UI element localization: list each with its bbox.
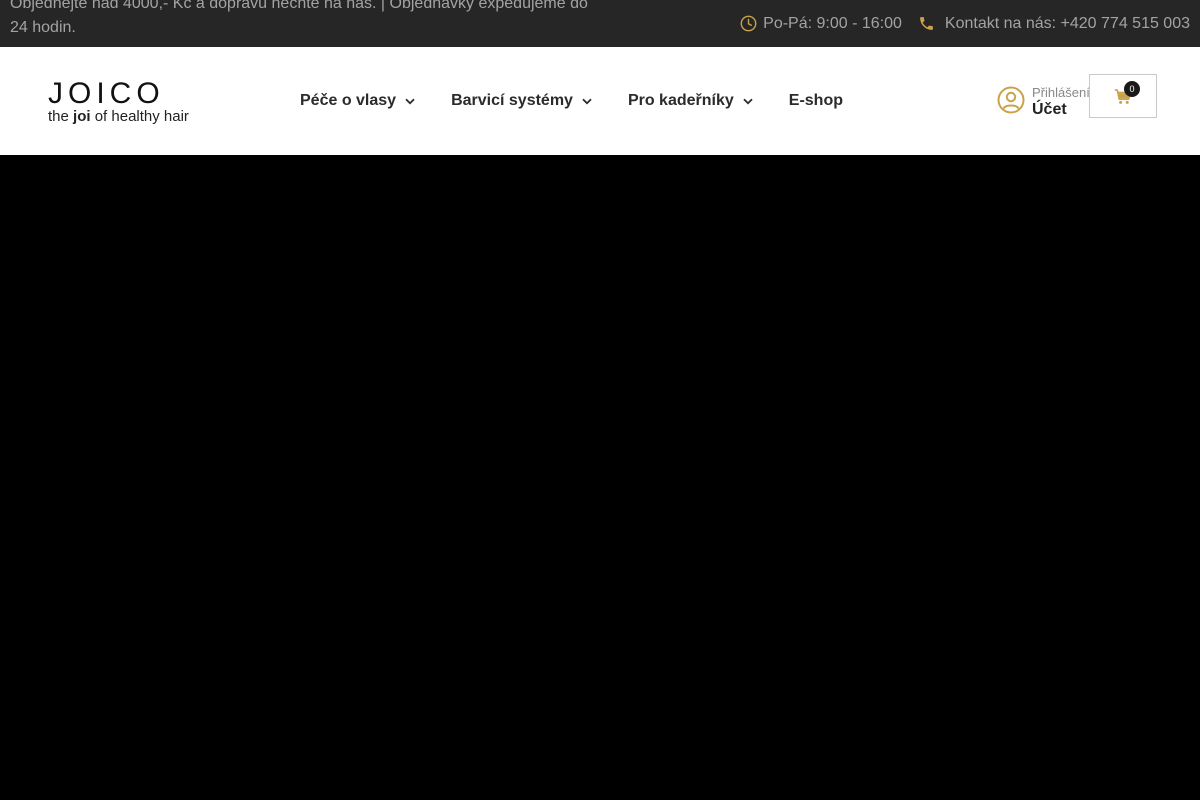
logo-tagline: the joi of healthy hair — [48, 109, 198, 125]
contact-link[interactable]: Kontakt na nás: +420 774 515 003 — [918, 15, 1190, 33]
nav-item-label: E-shop — [788, 92, 843, 109]
hero-area — [0, 155, 1200, 800]
joico-logo[interactable]: JOICO the joi of healthy hair — [48, 77, 198, 125]
chevron-down-icon — [743, 98, 753, 105]
top-announcement-bar: Objednejte nad 4000,- Kč a dopravu necht… — [0, 0, 1200, 47]
tagline-part-2: joi — [73, 108, 91, 125]
chevron-down-icon — [405, 98, 415, 105]
account-main-label: Účet — [1032, 101, 1067, 118]
account-sub-label: Přihlášení — [1032, 85, 1090, 100]
cart-button[interactable]: 0 — [1089, 74, 1157, 118]
cart-count-badge: 0 — [1124, 81, 1140, 97]
account-text: Přihlášení Účet — [1032, 85, 1090, 119]
nav-item-label: Barvicí systémy — [451, 92, 573, 109]
main-header: JOICO the joi of healthy hair Péče o vla… — [0, 47, 1200, 155]
logo-wordmark: JOICO — [48, 77, 165, 110]
nav-item-pro-kaderniky[interactable]: Pro kadeřníky — [628, 92, 753, 110]
tagline-part-3: of healthy hair — [94, 108, 189, 125]
phone-icon — [918, 15, 935, 32]
account-link[interactable]: Přihlášení Účet — [997, 85, 1090, 119]
opening-hours: Po-Pá: 9:00 - 16:00 — [740, 15, 902, 33]
opening-hours-text: Po-Pá: 9:00 - 16:00 — [763, 14, 902, 32]
nav-item-barvici-systemy[interactable]: Barvicí systémy — [451, 92, 592, 110]
topbar-info: Po-Pá: 9:00 - 16:00 Kontakt na nás: +420… — [740, 0, 1190, 47]
clock-icon — [740, 15, 757, 32]
chevron-down-icon — [582, 98, 592, 105]
promo-text: Objednejte nad 4000,- Kč a dopravu necht… — [10, 0, 588, 36]
nav-item-label: Péče o vlasy — [300, 92, 397, 109]
nav-item-e-shop[interactable]: E-shop — [789, 92, 843, 110]
main-navigation: Péče o vlasy Barvicí systémy Pro kadeřní… — [300, 47, 879, 155]
tagline-part-1: the — [48, 108, 69, 125]
nav-item-label: Pro kadeřníky — [627, 92, 734, 109]
nav-item-pece-o-vlasy[interactable]: Péče o vlasy — [300, 92, 415, 110]
user-circle-icon — [997, 86, 1025, 119]
contact-text[interactable]: Kontakt na nás: +420 774 515 003 — [945, 15, 1190, 33]
